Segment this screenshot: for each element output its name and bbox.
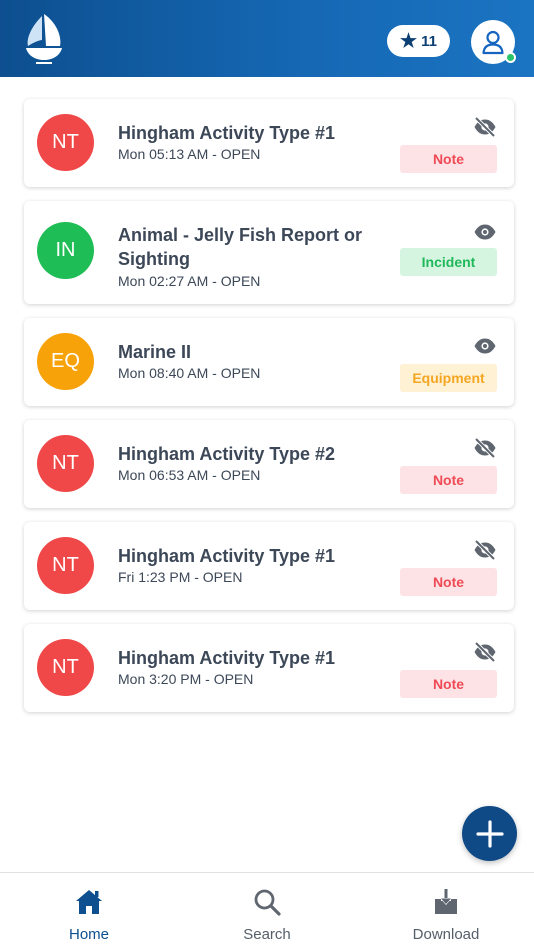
activity-category-badge: Incident xyxy=(400,248,497,276)
eye-off-icon[interactable] xyxy=(473,436,497,460)
search-icon xyxy=(254,889,281,916)
add-activity-button[interactable] xyxy=(462,806,517,861)
nav-home[interactable]: Home xyxy=(29,887,149,943)
nav-search-label: Search xyxy=(243,926,291,943)
activity-type-avatar: NT xyxy=(37,639,94,696)
activity-card[interactable]: NT Hingham Activity Type #1 Mon 05:13 AM… xyxy=(24,99,514,187)
activity-subtitle: Mon 06:53 AM - OPEN xyxy=(118,467,261,483)
activity-category-badge: Equipment xyxy=(400,364,497,392)
eye-icon[interactable] xyxy=(473,220,497,244)
activity-card[interactable]: NT Hingham Activity Type #1 Fri 1:23 PM … xyxy=(24,522,514,610)
download-icon xyxy=(435,889,457,914)
activity-subtitle: Mon 02:27 AM - OPEN xyxy=(118,273,261,289)
eye-off-icon[interactable] xyxy=(473,538,497,562)
activity-card[interactable]: IN Animal - Jelly Fish Report or Sightin… xyxy=(24,201,514,304)
user-icon xyxy=(482,30,504,55)
eye-off-icon[interactable] xyxy=(473,640,497,664)
activity-list: NT Hingham Activity Type #1 Mon 05:13 AM… xyxy=(24,99,514,726)
activity-category-badge: Note xyxy=(400,145,497,173)
activity-type-avatar: NT xyxy=(37,435,94,492)
activity-category-badge: Note xyxy=(400,670,497,698)
activity-subtitle: Mon 3:20 PM - OPEN xyxy=(118,671,254,687)
activity-title: Animal - Jelly Fish Report or Sighting xyxy=(118,225,363,269)
activity-type-avatar: IN xyxy=(37,222,94,279)
activity-card[interactable]: NT Hingham Activity Type #2 Mon 06:53 AM… xyxy=(24,420,514,508)
activity-type-avatar: NT xyxy=(37,114,94,171)
online-status-dot xyxy=(505,52,516,63)
nav-download[interactable]: Download xyxy=(386,887,506,943)
activity-subtitle: Mon 05:13 AM - OPEN xyxy=(118,146,261,162)
activity-type-avatar: NT xyxy=(37,537,94,594)
profile-button[interactable] xyxy=(471,20,516,64)
app-logo-icon[interactable] xyxy=(22,12,66,66)
eye-off-icon[interactable] xyxy=(473,115,497,139)
activity-title: Hingham Activity Type #1 xyxy=(118,648,336,668)
activity-title: Hingham Activity Type #1 xyxy=(118,123,336,143)
nav-home-label: Home xyxy=(68,926,109,943)
favorites-count: 11 xyxy=(421,32,437,50)
activity-title: Hingham Activity Type #2 xyxy=(118,444,336,464)
activity-card[interactable]: EQ Marine II Mon 08:40 AM - OPEN Equipme… xyxy=(24,318,514,406)
activity-card[interactable]: NT Hingham Activity Type #1 Mon 3:20 PM … xyxy=(24,624,514,712)
activity-subtitle: Mon 08:40 AM - OPEN xyxy=(118,365,261,381)
nav-download-label: Download xyxy=(412,926,480,943)
nav-search[interactable]: Search xyxy=(207,887,327,943)
activity-title: Marine II xyxy=(118,342,192,362)
activity-category-badge: Note xyxy=(400,568,497,596)
favorites-badge[interactable]: ★ 11 xyxy=(387,25,450,57)
activity-type-avatar: EQ xyxy=(37,333,94,390)
bottom-navigation: Home Search Download xyxy=(0,872,534,950)
activity-subtitle: Fri 1:23 PM - OPEN xyxy=(118,569,243,585)
star-icon: ★ xyxy=(400,30,418,52)
plus-icon xyxy=(475,819,504,848)
home-icon xyxy=(76,890,102,914)
activity-category-badge: Note xyxy=(400,466,497,494)
eye-icon[interactable] xyxy=(473,334,497,358)
activity-title: Hingham Activity Type #1 xyxy=(118,546,336,566)
app-header: ★ 11 xyxy=(0,0,534,77)
